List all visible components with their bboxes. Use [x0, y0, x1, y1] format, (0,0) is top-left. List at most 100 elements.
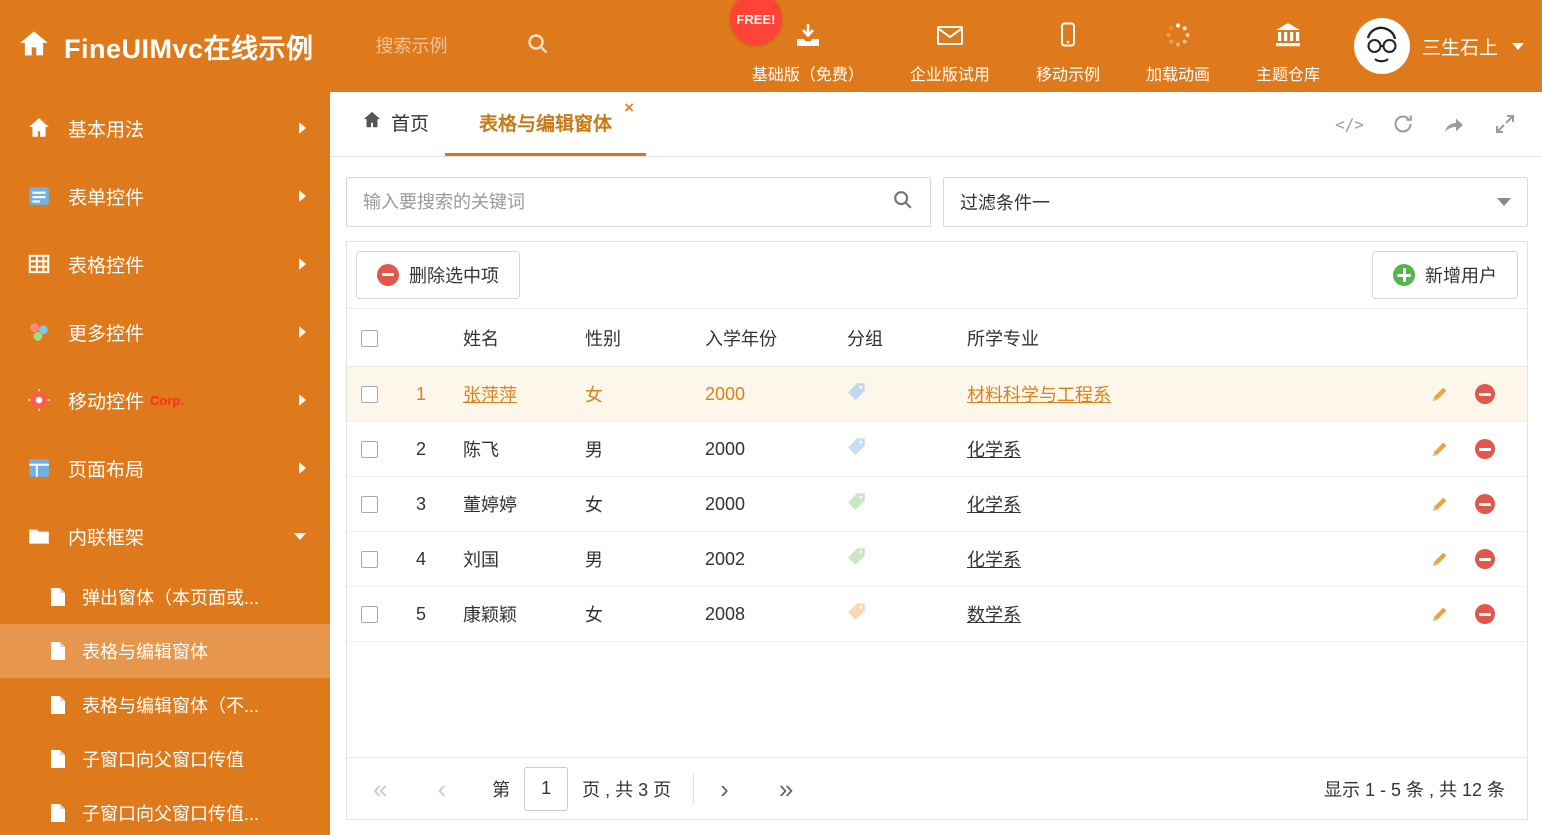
delete-row-icon[interactable]	[1475, 439, 1495, 459]
prev-page-icon[interactable]: ‹	[433, 776, 450, 802]
edit-icon[interactable]	[1430, 385, 1449, 404]
frame-icon	[26, 524, 52, 548]
header-search-input[interactable]	[375, 35, 526, 57]
record-summary: 显示 1 - 5 条 , 共 12 条	[1323, 779, 1505, 800]
nav-label: 企业版试用	[909, 67, 990, 84]
sidebar-item-page-layout[interactable]: 页面布局	[0, 434, 330, 502]
sidebar-item-form-controls[interactable]: 表单控件	[0, 162, 330, 230]
user-menu[interactable]: 三生石上	[1353, 18, 1524, 74]
sidebar: 基本用法 表单控件 表格控件 更多控件 移动控件 Corp. 页面布局 内联框架…	[0, 92, 330, 835]
table-icon	[26, 252, 52, 276]
delete-row-icon[interactable]	[1475, 384, 1495, 404]
tag-icon	[847, 547, 866, 566]
main-content: 首页 表格与编辑窗体 × </> 过滤条件一	[330, 92, 1542, 835]
minus-circle-icon	[377, 264, 399, 286]
major-link[interactable]: 化学系	[967, 440, 1021, 460]
table-row[interactable]: 3 董婷婷 女 2000 化学系	[347, 476, 1527, 532]
sidebar-subitem-popup-window[interactable]: 弹出窗体（本页面或...	[0, 570, 330, 624]
student-name: 董婷婷	[463, 495, 517, 515]
nav-loading-animation[interactable]: 加载动画	[1146, 21, 1210, 85]
tag-icon	[847, 602, 866, 621]
sidebar-subitem-child-to-parent[interactable]: 子窗口向父窗口传值	[0, 732, 330, 786]
app-header: FineUIMvc在线示例 FREE! 基础版（免费） 企业版试用 移动示例	[0, 0, 1542, 92]
row-checkbox[interactable]	[361, 551, 378, 569]
download-icon	[794, 21, 822, 54]
sidebar-item-grid-controls[interactable]: 表格控件	[0, 230, 330, 298]
enroll-year: 2002	[691, 531, 833, 587]
sidebar-item-mobile-controls[interactable]: 移动控件 Corp.	[0, 366, 330, 434]
page-count-label: 页 , 共 3 页	[582, 779, 672, 800]
major-link[interactable]: 材料科学与工程系	[967, 385, 1111, 405]
corp-badge: Corp.	[150, 392, 184, 408]
nav-label: 移动示例	[1035, 67, 1100, 84]
delete-row-icon[interactable]	[1475, 494, 1495, 514]
filter-dropdown[interactable]: 过滤条件一	[943, 177, 1528, 227]
edit-icon[interactable]	[1430, 440, 1449, 459]
nav-enterprise-trial[interactable]: 企业版试用	[910, 21, 990, 85]
student-gender: 女	[571, 476, 691, 532]
next-page-icon[interactable]: ›	[716, 776, 733, 802]
select-all-checkbox[interactable]	[361, 329, 378, 347]
keyword-search-input[interactable]	[363, 191, 892, 213]
expand-icon[interactable]	[1494, 113, 1516, 135]
edit-icon[interactable]	[1430, 605, 1449, 624]
table-row[interactable]: 5 康颖颖 女 2008 数学系	[347, 586, 1527, 642]
last-page-icon[interactable]: »	[775, 776, 797, 802]
tab-bar: 首页 表格与编辑窗体 × </>	[330, 92, 1542, 157]
sidebar-item-iframe[interactable]: 内联框架	[0, 502, 330, 570]
chevron-right-icon	[299, 258, 306, 270]
header-search[interactable]	[375, 32, 576, 61]
column-header-actions	[1407, 308, 1527, 367]
column-header-index	[393, 308, 449, 367]
column-header-group: 分组	[833, 308, 953, 367]
brand[interactable]: FineUIMvc在线示例	[18, 27, 314, 66]
tab-home[interactable]: 首页	[346, 92, 445, 156]
row-checkbox[interactable]	[361, 606, 378, 624]
sidebar-subitem-grid-edit-window-2[interactable]: 表格与编辑窗体（不...	[0, 678, 330, 732]
delete-row-icon[interactable]	[1475, 549, 1495, 569]
pagination-bar: « ‹ 第 页 , 共 3 页 › » 显示 1 - 5 条 , 共 12 条	[347, 757, 1527, 819]
major-link[interactable]: 数学系	[967, 605, 1021, 625]
share-icon[interactable]	[1442, 113, 1466, 135]
add-user-button[interactable]: 新增用户	[1372, 251, 1518, 299]
row-index: 2	[393, 421, 449, 477]
search-icon[interactable]	[526, 32, 550, 61]
row-checkbox[interactable]	[361, 386, 378, 404]
delete-selected-button[interactable]: 删除选中项	[356, 251, 520, 299]
major-link[interactable]: 化学系	[967, 550, 1021, 570]
search-icon[interactable]	[892, 189, 914, 216]
file-icon	[48, 641, 68, 661]
sidebar-item-more-controls[interactable]: 更多控件	[0, 298, 330, 366]
file-icon	[48, 803, 68, 823]
edit-icon[interactable]	[1430, 550, 1449, 569]
student-name: 张萍萍	[463, 385, 517, 405]
refresh-icon[interactable]	[1392, 113, 1414, 135]
table-row[interactable]: 2 陈飞 男 2000 化学系	[347, 421, 1527, 477]
sidebar-item-basic-usage[interactable]: 基本用法	[0, 94, 330, 162]
source-code-icon[interactable]: </>	[1335, 115, 1364, 134]
row-index: 3	[393, 476, 449, 532]
nav-theme-repo[interactable]: 主题仓库	[1256, 21, 1320, 85]
major-link[interactable]: 化学系	[967, 495, 1021, 515]
chevron-down-icon	[294, 532, 306, 540]
tag-icon	[847, 382, 866, 401]
student-gender: 男	[571, 421, 691, 477]
row-checkbox[interactable]	[361, 496, 378, 514]
mobile-pin-icon	[26, 388, 52, 412]
nav-mobile-demo[interactable]: 移动示例	[1036, 21, 1100, 85]
sidebar-subitem-child-to-parent-2[interactable]: 子窗口向父窗口传值...	[0, 786, 330, 835]
enroll-year: 2000	[691, 421, 833, 477]
table-row[interactable]: 1 张萍萍 女 2000 材料科学与工程系	[347, 366, 1527, 422]
first-page-icon[interactable]: «	[369, 776, 391, 802]
sidebar-subitem-grid-edit-window[interactable]: 表格与编辑窗体	[0, 624, 330, 678]
delete-row-icon[interactable]	[1475, 604, 1495, 624]
tab-grid-edit-window[interactable]: 表格与编辑窗体 ×	[445, 92, 647, 156]
close-icon[interactable]: ×	[624, 99, 634, 116]
edit-icon[interactable]	[1430, 495, 1449, 514]
page-input[interactable]	[524, 766, 569, 811]
row-checkbox[interactable]	[361, 441, 378, 459]
table-row[interactable]: 4 刘国 男 2002 化学系	[347, 531, 1527, 587]
grid-empty-space	[347, 642, 1527, 757]
keyword-searchbox[interactable]	[346, 177, 931, 227]
home-icon	[26, 116, 52, 140]
